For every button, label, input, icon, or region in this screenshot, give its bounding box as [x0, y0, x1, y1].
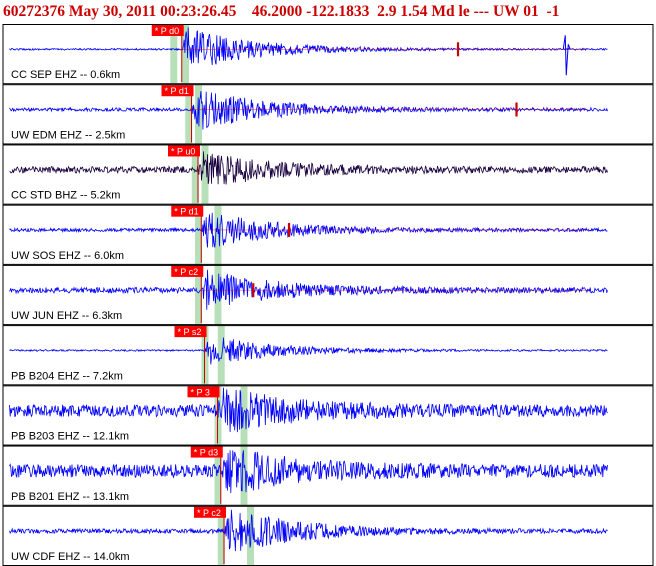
event-version: 01 [523, 3, 539, 20]
station-label: UW JUN EHZ -- 6.3km [11, 310, 122, 322]
station-label: UW SOS EHZ -- 6.0km [11, 250, 124, 262]
pick-label: * P d3 [194, 448, 218, 458]
event-depth: 2.9 [377, 3, 397, 20]
pick-label: * P d0 [155, 26, 179, 36]
pick-label: * P d1 [174, 207, 198, 217]
pick-label: * P u0 [171, 146, 195, 156]
spike-mark [562, 35, 571, 76]
seismic-trace [9, 91, 608, 130]
event-id: 60272376 [3, 3, 65, 20]
station-label: UW EDM EHZ -- 2.5km [11, 129, 125, 141]
event-mag-type: Md [431, 3, 455, 20]
pick-label: * P 3 [191, 387, 210, 397]
seismogram-plot: * P d0 CC SEP EHZ -- 0.6km * P d1 UW EDM EH… [2, 24, 654, 566]
pick-label: * P s2 [178, 327, 202, 337]
seismic-trace [9, 450, 608, 494]
event-dashes: --- [473, 3, 490, 20]
pick-label: * P c2 [174, 267, 198, 277]
event-datetime: May 30, 2011 00:23:26.45 [68, 3, 237, 20]
station-label: CC STD BHZ -- 5.2km [11, 190, 120, 202]
seismic-trace [9, 387, 608, 433]
seismic-trace [9, 337, 608, 365]
seismic-trace [9, 27, 608, 66]
event-trailer: -1 [546, 3, 560, 20]
event-network: UW [492, 3, 520, 20]
event-lon: -122.1833 [306, 3, 370, 20]
station-label: PB B204 EHZ -- 7.2km [11, 370, 123, 382]
station-label: CC SEP EHZ -- 0.6km [11, 69, 120, 81]
pick-label: * P c2 [197, 508, 221, 518]
station-label: PB B201 EHZ -- 13.1km [11, 491, 129, 503]
station-label: UW CDF EHZ -- 14.0km [11, 551, 130, 563]
pick-label: * P d1 [165, 86, 189, 96]
station-label: PB B203 EHZ -- 12.1km [11, 431, 129, 443]
event-lat: 46.2000 [251, 3, 303, 20]
pick-window-band [201, 145, 209, 204]
seismic-trace [9, 151, 608, 185]
event-flag: le [458, 3, 470, 20]
seismic-trace [9, 509, 608, 552]
seismic-trace [9, 269, 608, 310]
event-header: 60272376 May 30, 2011 00:23:26.45 46.200… [0, 0, 656, 24]
event-magnitude: 1.54 [400, 3, 428, 20]
pick-window-band [217, 326, 225, 385]
